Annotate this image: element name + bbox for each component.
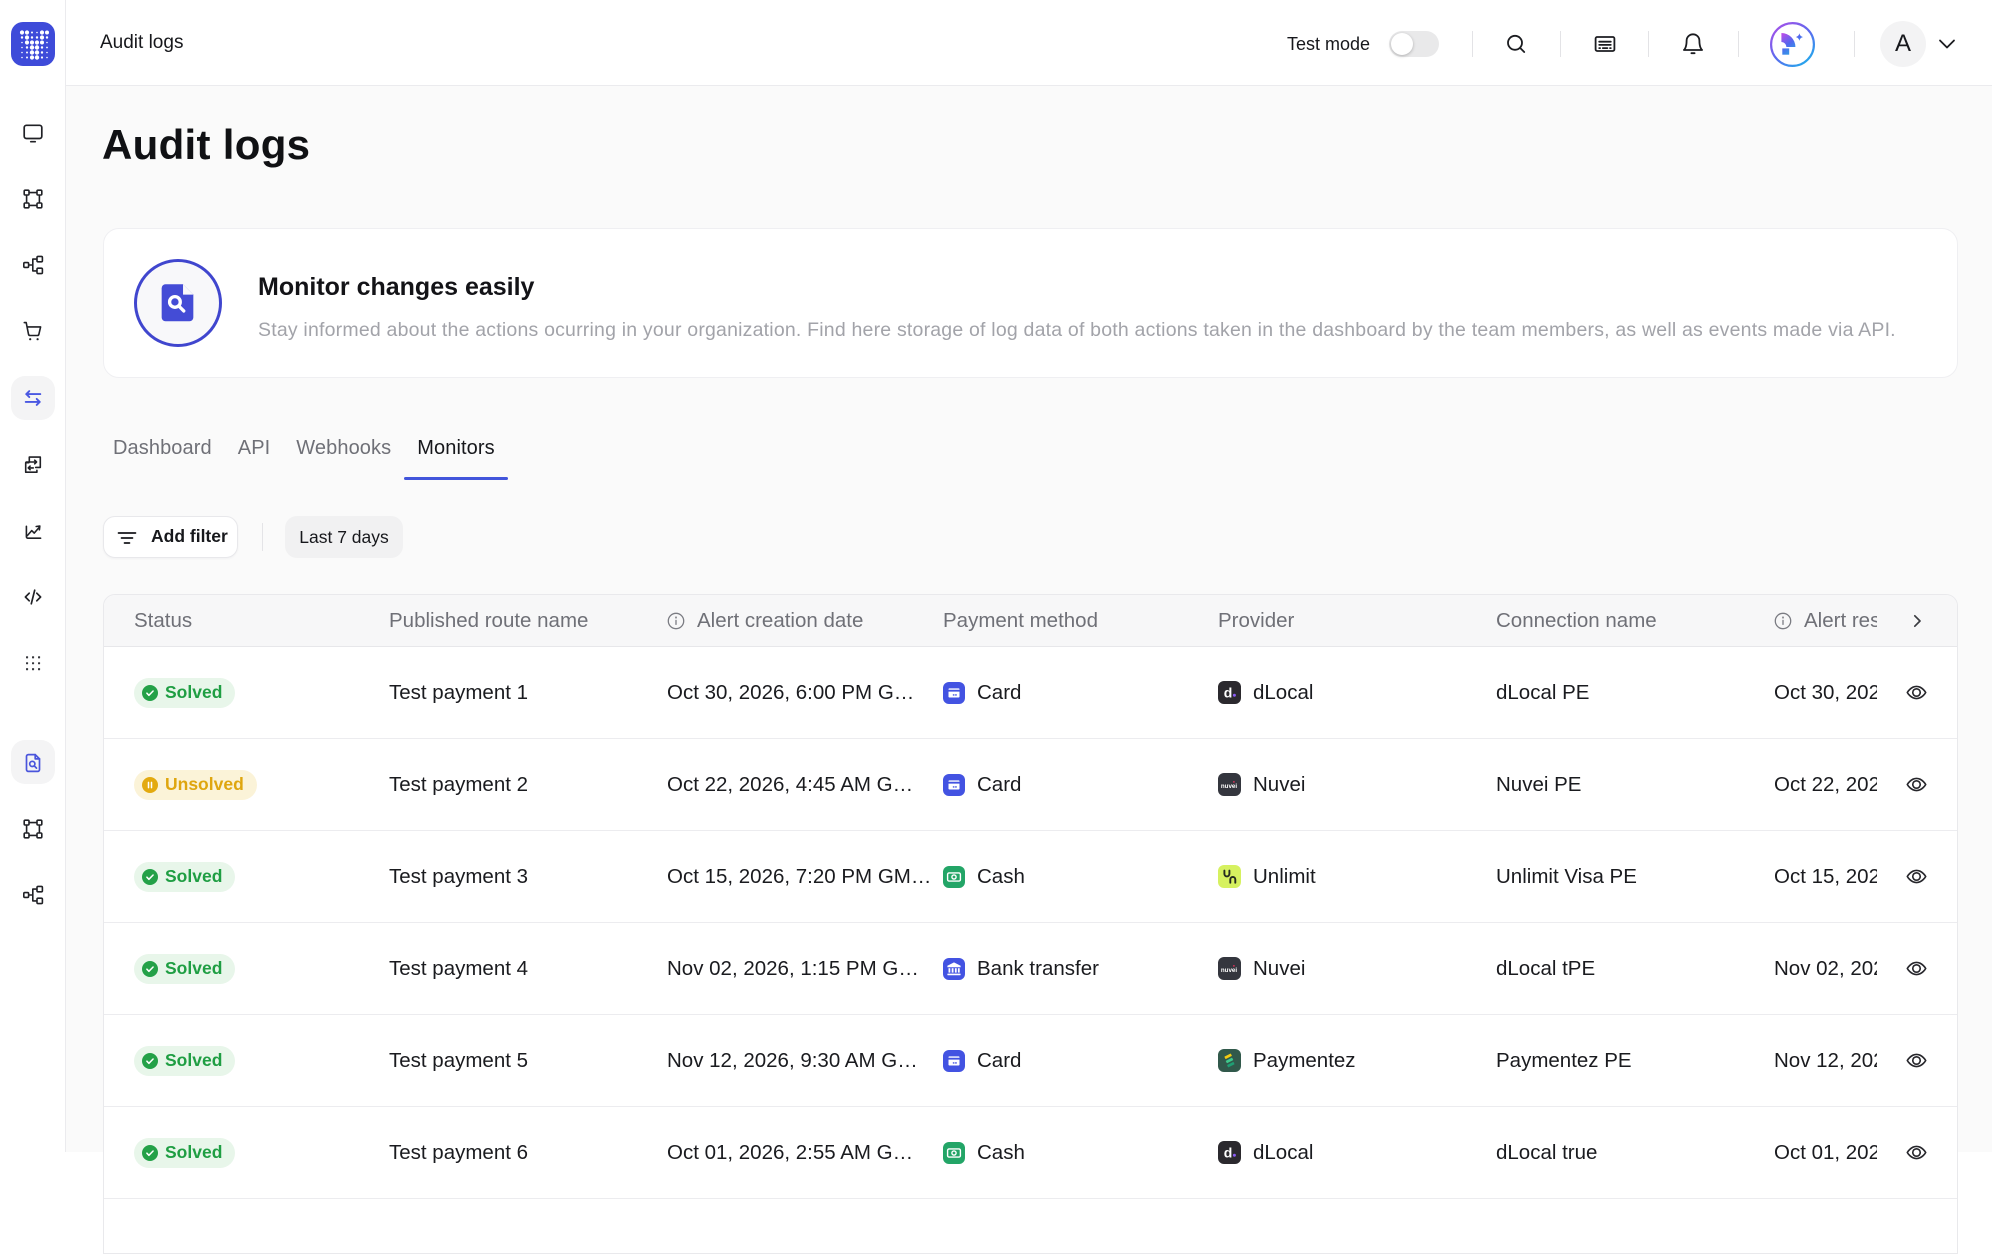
svg-text:nuvei: nuvei	[1221, 967, 1237, 974]
svg-text:d: d	[1224, 1145, 1233, 1161]
svg-text:nuvei: nuvei	[1221, 783, 1237, 790]
svg-text:d: d	[1224, 685, 1233, 701]
